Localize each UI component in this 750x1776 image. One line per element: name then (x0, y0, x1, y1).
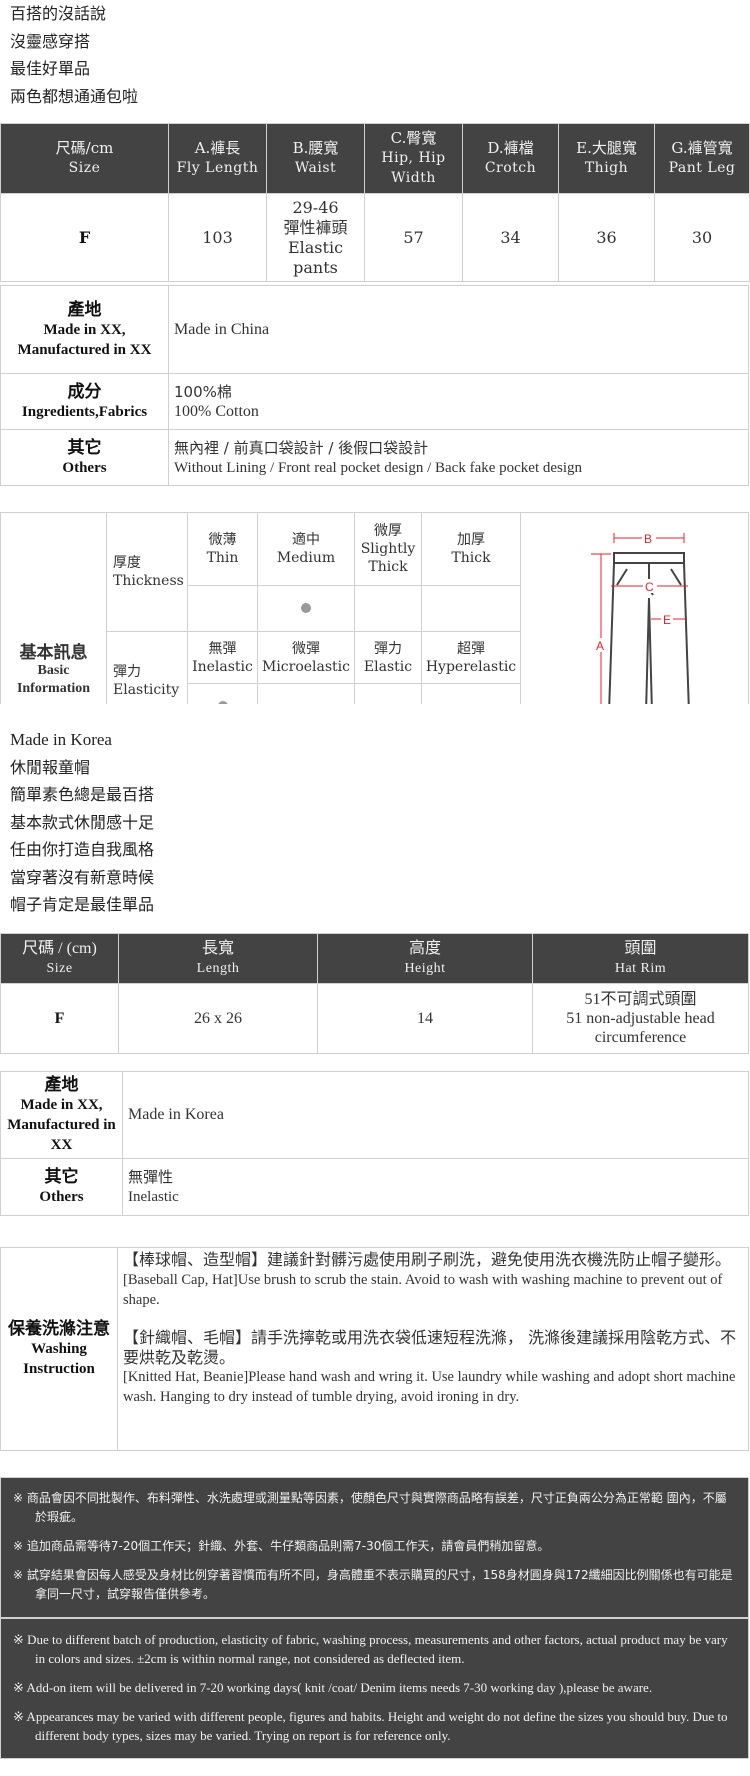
thickness-option-thin: 微薄 Thin (187, 512, 258, 586)
intro-line: 兩色都想通通包啦 (10, 86, 139, 106)
thickness-option-thick: 加厚 Thick (421, 512, 521, 586)
washing-item-en: [Knitted Hat, Beanie]Please hand wash an… (123, 1369, 736, 1405)
elasticity-label: 彈力 Elasticity (106, 631, 188, 704)
washing-label: 保養洗滌注意 Washing Instruction (0, 1247, 118, 1451)
note-item: ※ 試穿結果會因每人感受及身材比例穿著習慣而有所不同，身高體重不表示購買的尺寸，… (13, 1568, 733, 1601)
note-item: ※ Due to different batch of production, … (13, 1632, 728, 1666)
label-a: A (596, 639, 604, 653)
washing-instructions: 【棒球帽、造型帽】建議針對髒污處使用刷子刷洗，避免使用洗衣機洗防止帽子變形。 [… (117, 1247, 749, 1451)
measure-lines (591, 533, 688, 704)
basic-info-label: 基本訊息 Basic Information (0, 512, 107, 704)
header-crotch: D.褲檔 Crotch (462, 123, 559, 194)
pants-intro: 百搭的沒話說 沒靈感穿搭 最佳好單品 兩色都想通通包啦 (10, 0, 138, 110)
elasticity-option-inelastic: 無彈 Inelastic (187, 631, 258, 684)
fabric-value: 100%棉 100% Cotton (168, 373, 749, 430)
origin-value: Made in China (168, 285, 749, 374)
thickness-label: 厚度 Thickness (106, 512, 188, 632)
pants-measurement-diagram: B A C E (591, 531, 690, 704)
crotch-value: 34 (462, 193, 559, 282)
header-fly-length: A.褲長 Fly Length (168, 123, 267, 194)
intro-line: 帽子肯定是最佳單品 (10, 895, 155, 914)
info-row-origin: 產地 Made in XX, Manufactured in XX Made in… (0, 1071, 749, 1159)
elasticity-option-hyperelastic: 超彈 Hyperelastic (421, 631, 521, 684)
header-size: 尺碼/cm Size (0, 123, 169, 194)
washing-item-zh: 【棒球帽、造型帽】建議針對髒污處使用刷子刷洗，避免使用洗衣機洗防止帽子變形。 (123, 1250, 732, 1269)
hat-size-table: 尺碼 / (cm) Size 長寬 Length 高度 Height 頭圍 Hat Ri… (0, 933, 749, 1054)
hip-value: 57 (364, 193, 463, 282)
height-value: 14 (317, 983, 533, 1054)
info-row-others: 其它 Others 無內裡 / 前真口袋設計 / 後假口袋設計 Without Li… (0, 429, 749, 486)
note-item: ※ 商品會因不同批製作、布料彈性、水洗處理或測量點等因素，使顏色尺寸與實際商品略… (13, 1491, 727, 1524)
selected-dot-icon (301, 602, 311, 613)
basic-info-block: 基本訊息 Basic Information 厚度 Thickness 微薄 Thin… (0, 512, 750, 704)
header-hat-rim: 頭圍 Hat Rim (532, 933, 749, 984)
note-item: ※ Appearances may be varied with differe… (13, 1709, 728, 1743)
waist-value: 29-46 彈性褲頭 Elastic pants (266, 193, 365, 282)
thickness-option-medium: 適中 Medium (257, 512, 355, 586)
header-waist: B.腰寬 Waist (266, 123, 365, 194)
intro-line: 休閒報童帽 (10, 757, 91, 777)
header-thigh: E.大腿寬 Thigh (558, 123, 655, 194)
header-size: 尺碼 / (cm) Size (0, 933, 119, 984)
size-value: F (0, 193, 169, 282)
intro-line: 簡單素色總是最百搭 (10, 785, 155, 804)
others-value: 無彈性 Inelastic (122, 1158, 749, 1216)
intro-line: 任由你打造自我風格 (10, 840, 155, 859)
note-item: ※ 追加商品需等待7-20個工作天；針織、外套、牛仔類商品則需7-30個工作天，… (13, 1539, 550, 1553)
fly-length-value: 103 (168, 193, 267, 282)
label-e: E (663, 613, 671, 627)
others-value: 無內裡 / 前真口袋設計 / 後假口袋設計 Without Lining / Fr… (168, 429, 749, 486)
header-length: 長寬 Length (118, 933, 318, 984)
header-hip: C.臀寬 Hip, Hip Width (364, 123, 463, 194)
washing-table: 保養洗滌注意 Washing Instruction 【棒球帽、造型帽】建議針對髒… (0, 1247, 749, 1451)
intro-line: 當穿著沒有新意時候 (10, 867, 155, 887)
size-value: F (0, 983, 119, 1054)
intro-line: 最佳好單品 (10, 59, 91, 78)
length-value: 26 x 26 (118, 983, 318, 1054)
thigh-value: 36 (558, 193, 655, 282)
table-row: F 26 x 26 14 51不可調式頭圍 51 non-adjustable h… (0, 983, 749, 1054)
table-row: F 103 29-46 彈性褲頭 Elastic pants 57 34 36 30 (0, 193, 750, 282)
info-row-origin: 產地 Made in XX, Manufactured in XX Made in… (0, 285, 749, 374)
pant-leg-value: 30 (654, 193, 750, 282)
elasticity-option-microelastic: 微彈 Microelastic (257, 631, 355, 684)
note-item: ※ Add-on item will be delivered in 7-20 … (13, 1680, 653, 1695)
pants-outline (608, 552, 690, 704)
elasticity-selected-dot (187, 683, 258, 704)
hat-info-table: 產地 Made in XX, Manufactured in XX Made in… (0, 1071, 749, 1216)
pants-size-table: 尺碼/cm Size A.褲長 Fly Length B.腰寬 Waist C.臀寬 H… (0, 123, 750, 282)
thickness-option-slightly-thick: 微厚 Slightly Thick (354, 512, 422, 586)
thickness-selected-dot (257, 585, 355, 632)
notes-en-panel: ※ Due to different batch of production, … (0, 1618, 749, 1759)
label-b: B (644, 532, 652, 546)
header-height: 高度 Height (317, 933, 533, 984)
info-row-fabric: 成分 Ingredients,Fabrics 100%棉 100% Cotton (0, 373, 749, 430)
selected-dot-icon (217, 701, 228, 704)
header-pant-leg: G.褲管寬 Pant Leg (654, 123, 750, 194)
pants-info-table: 產地 Made in XX, Manufactured in XX Made in… (0, 285, 749, 486)
intro-line: Made in Korea (10, 730, 112, 749)
hat-rim-value: 51不可調式頭圍 51 non-adjustable head circumfer… (532, 983, 749, 1054)
intro-line: 百搭的沒話說 (10, 4, 107, 23)
label-c: C (645, 580, 654, 594)
notes-zh-panel: ※ 商品會因不同批製作、布料彈性、水洗處理或測量點等因素，使顏色尺寸與實際商品略… (0, 1477, 749, 1618)
origin-value: Made in Korea (122, 1071, 749, 1159)
intro-line: 沒靈感穿搭 (10, 31, 91, 51)
washing-item-en: [Baseball Cap, Hat]Use brush to scrub th… (123, 1272, 723, 1308)
washing-item-zh: 【針織帽、毛帽】請手洗擰乾或用洗衣袋低速短程洗滌， 洗滌後建議採用陰乾方式、不要… (123, 1328, 737, 1367)
hat-intro: Made in Korea 休閒報童帽 簡單素色總是最百搭 基本款式休閒感十足 … (10, 726, 154, 919)
elasticity-option-elastic: 彈力 Elastic (354, 631, 422, 684)
intro-line: 基本款式休閒感十足 (10, 812, 155, 832)
basic-info-table: 基本訊息 Basic Information 厚度 Thickness 微薄 Thin… (0, 512, 749, 704)
info-row-others: 其它 Others 無彈性 Inelastic (0, 1158, 749, 1216)
pants-diagram-cell: B A C E (520, 512, 749, 704)
